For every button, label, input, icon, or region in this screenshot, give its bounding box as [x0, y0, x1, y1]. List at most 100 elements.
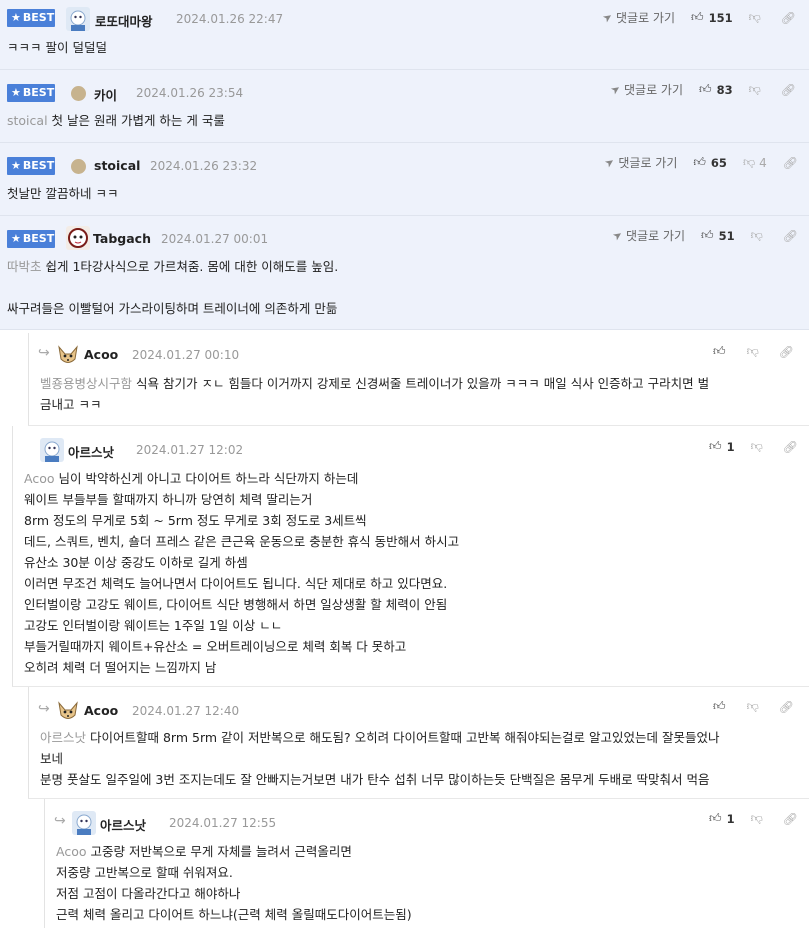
mention[interactable]: 아르스낫	[40, 730, 86, 745]
comment-author[interactable]: 아르스낫	[68, 442, 114, 461]
reply-comment: ↪ 아르스낫 2024.01.27 12:55 👍︎ 1 👎︎ 🔗︎ Acoo 고…	[44, 799, 809, 928]
comment-author[interactable]: Acoo	[84, 703, 118, 718]
comment-body: stoical 첫 날은 원래 가볍게 하는 게 국룰	[7, 113, 225, 128]
star-icon: ★	[11, 159, 21, 172]
reply-comment: ↪ Acoo 2024.01.27 00:10 👍︎ 👎︎ 🔗︎ 벨죵용병상시구…	[28, 333, 809, 426]
comment-date: 2024.01.27 00:10	[132, 348, 240, 362]
thumbs-down-icon: 👎︎	[750, 439, 763, 453]
comment-date: 2024.01.27 12:02	[136, 443, 244, 457]
thumbs-up-icon: 👍︎	[701, 228, 714, 242]
like-button[interactable]: 👍︎ 83	[699, 82, 733, 97]
avatar[interactable]	[66, 226, 90, 250]
goto-comment-link[interactable]: ➤ 댓글로 가기	[599, 9, 675, 26]
comment-date: 2024.01.26 23:54	[136, 86, 244, 100]
comment-body: Acoo 님이 박약하신게 아니고 다이어트 하느라 식단까지 하는데 웨이트 …	[24, 471, 460, 675]
link-icon[interactable]: 🔗︎	[781, 11, 796, 25]
mention[interactable]: Acoo	[24, 471, 55, 486]
best-comment: ★ BEST Tabgach 2024.01.27 00:01 ➤ 댓글로 가기 👍…	[0, 216, 809, 330]
dislike-button[interactable]: 👎︎	[747, 699, 763, 714]
link-icon[interactable]: 🔗︎	[779, 345, 794, 359]
best-badge: ★ BEST	[7, 84, 55, 102]
reply-comment: 아르스낫 2024.01.27 12:02 👍︎ 1 👎︎ 🔗︎ Acoo 님이 …	[12, 426, 809, 687]
thumbs-up-icon: 👍︎	[699, 82, 712, 96]
link-icon[interactable]: 🔗︎	[781, 83, 796, 97]
arrow-icon: ➤	[607, 81, 623, 98]
goto-comment-link[interactable]: ➤ 댓글로 가기	[609, 227, 685, 244]
like-button[interactable]: 👍︎	[713, 699, 731, 714]
comment-date: 2024.01.26 23:32	[150, 159, 258, 173]
arrow-icon: ➤	[602, 154, 618, 171]
thumbs-down-icon: 👎︎	[750, 228, 763, 242]
comment-body: ㅋㅋㅋ 팔이 덜덜덜	[7, 40, 107, 55]
arrow-icon: ➤	[599, 9, 615, 26]
best-comment: ★ BEST 로또대마왕 2024.01.26 22:47 ➤ 댓글로 가기 👍︎ 1…	[0, 0, 809, 70]
star-icon: ★	[11, 11, 21, 24]
like-button[interactable]: 👍︎	[713, 344, 731, 359]
comment-author[interactable]: Tabgach	[93, 231, 151, 246]
best-comment: ★ BEST stoical 2024.01.26 23:32 ➤ 댓글로 가기 👍…	[0, 143, 809, 216]
comment-author[interactable]: 아르스낫	[100, 815, 146, 834]
avatar[interactable]	[71, 86, 86, 101]
like-button[interactable]: 👍︎ 65	[693, 155, 727, 170]
comment-author[interactable]: stoical	[94, 158, 140, 173]
thumbs-up-icon: 👍︎	[709, 811, 722, 825]
thumbs-up-icon: 👍︎	[691, 10, 704, 24]
comment-date: 2024.01.26 22:47	[176, 12, 284, 26]
mention[interactable]: stoical	[7, 113, 48, 128]
link-icon[interactable]: 🔗︎	[783, 440, 798, 454]
link-icon[interactable]: 🔗︎	[783, 229, 798, 243]
reply-arrow-icon: ↪	[38, 701, 50, 717]
dislike-button[interactable]: 👎︎	[751, 228, 767, 243]
comment-author[interactable]: 로또대마왕	[95, 11, 153, 30]
dislike-button[interactable]: 👎︎	[747, 344, 763, 359]
comment-body: 첫날만 깔끔하네 ㅋㅋ	[7, 186, 119, 201]
reply-comment: ↪ Acoo 2024.01.27 12:40 👍︎ 👎︎ 🔗︎ 아르스낫 다이…	[28, 687, 809, 799]
comment-body: 아르스낫 다이어트할때 8rm 5rm 같이 저반복으로 해도됨? 오히려 다이…	[40, 730, 720, 787]
comment-author[interactable]: Acoo	[84, 347, 118, 362]
goto-comment-link[interactable]: ➤ 댓글로 가기	[607, 81, 683, 98]
goto-comment-link[interactable]: ➤ 댓글로 가기	[602, 154, 677, 171]
thumbs-down-icon: 👎︎	[746, 699, 759, 713]
like-button[interactable]: 👍︎ 1	[709, 811, 735, 826]
thumbs-down-icon: 👎︎	[742, 155, 756, 169]
dislike-button[interactable]: 👎︎ 4	[743, 155, 767, 170]
thumbs-up-icon: 👍︎	[709, 439, 722, 453]
link-icon[interactable]: 🔗︎	[779, 700, 794, 714]
thumbs-up-icon: 👍︎	[713, 344, 726, 358]
avatar[interactable]	[56, 699, 80, 723]
thumbs-down-icon: 👎︎	[748, 10, 761, 24]
best-badge: ★ BEST	[7, 9, 55, 27]
dislike-button[interactable]: 👎︎	[751, 439, 767, 454]
mention[interactable]: 벨죵용병상시구함	[40, 376, 132, 391]
mention[interactable]: Acoo	[56, 844, 87, 859]
thumbs-up-icon: 👍︎	[713, 699, 726, 713]
like-button[interactable]: 👍︎ 1	[709, 439, 735, 454]
avatar[interactable]	[72, 811, 96, 835]
thumbs-down-icon: 👎︎	[748, 82, 761, 96]
thumbs-down-icon: 👎︎	[746, 344, 759, 358]
comment-author[interactable]: 카이	[94, 85, 117, 104]
best-badge: ★ BEST	[7, 230, 55, 248]
reply-arrow-icon: ↪	[38, 345, 50, 361]
dislike-button[interactable]: 👎︎	[749, 82, 765, 97]
comment-body: 벨죵용병상시구함 식욕 참기가 ㅈㄴ 힘들다 이거까지 강제로 신경써줄 트레이…	[40, 376, 710, 412]
dislike-button[interactable]: 👎︎	[749, 10, 765, 25]
reply-arrow-icon: ↪	[54, 813, 66, 829]
thumbs-up-icon: 👍︎	[693, 155, 706, 169]
avatar[interactable]	[66, 7, 90, 31]
like-button[interactable]: 👍︎ 151	[691, 10, 733, 25]
dislike-button[interactable]: 👎︎	[751, 811, 767, 826]
arrow-icon: ➤	[609, 227, 625, 244]
like-button[interactable]: 👍︎ 51	[701, 228, 735, 243]
link-icon[interactable]: 🔗︎	[783, 156, 798, 170]
best-comment: ★ BEST 카이 2024.01.26 23:54 ➤ 댓글로 가기 👍︎ 83 👎…	[0, 70, 809, 143]
comment-body: Acoo 고중량 저반복으로 무게 자체를 늘려서 근력올리면 저중량 고반복으…	[56, 844, 412, 922]
best-badge: ★ BEST	[7, 157, 55, 175]
comment-date: 2024.01.27 12:55	[169, 816, 277, 830]
mention[interactable]: 따박초	[7, 259, 42, 274]
avatar[interactable]	[56, 343, 80, 367]
avatar[interactable]	[71, 159, 86, 174]
link-icon[interactable]: 🔗︎	[783, 812, 798, 826]
avatar[interactable]	[40, 438, 64, 462]
star-icon: ★	[11, 86, 21, 99]
